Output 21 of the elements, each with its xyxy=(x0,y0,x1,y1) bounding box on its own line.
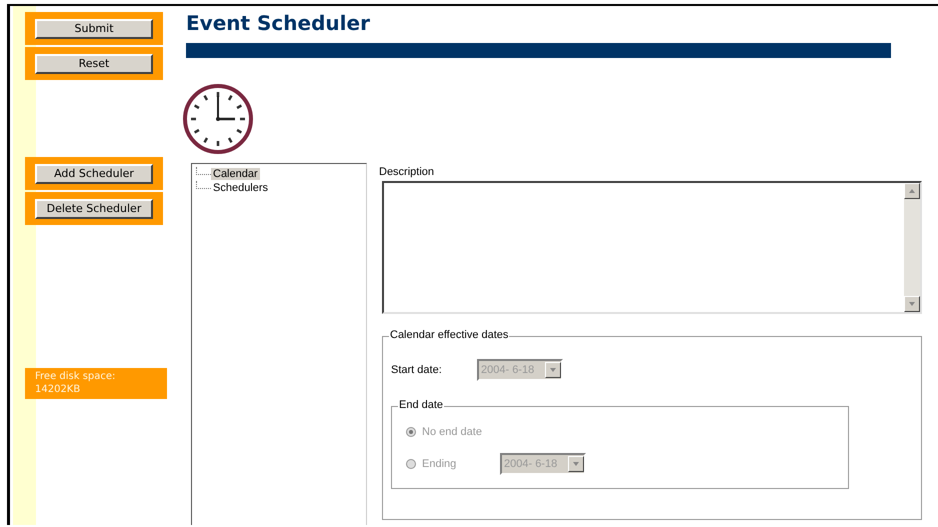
form-button[interactable]: Submit xyxy=(35,18,153,38)
description-label: Description xyxy=(379,166,436,178)
group-legend: Calendar effective dates xyxy=(389,329,510,341)
description-field[interactable] xyxy=(382,181,922,314)
form-button[interactable]: Reset xyxy=(35,54,153,74)
disk-space-label: Free disk space: xyxy=(35,370,116,383)
dropdown-icon[interactable] xyxy=(568,456,584,472)
tree-item[interactable]: Schedulers xyxy=(211,182,270,194)
scroll-down-icon[interactable] xyxy=(904,296,920,312)
clock-icon xyxy=(183,84,253,154)
disk-space-value: 14202KB xyxy=(35,383,82,396)
radio-label: No end date xyxy=(422,426,483,438)
start-date-label: Start date: xyxy=(391,364,443,376)
tree-item[interactable]: Calendar xyxy=(211,168,260,180)
page-title: Event Scheduler xyxy=(186,10,371,36)
scheduler-button[interactable]: Delete Scheduler xyxy=(35,198,153,218)
radio-label: Ending xyxy=(422,458,458,470)
scrollbar[interactable] xyxy=(904,183,920,312)
group-legend: End date xyxy=(398,399,444,411)
scroll-up-icon[interactable] xyxy=(904,183,920,199)
scheduler-button[interactable]: Add Scheduler xyxy=(35,164,153,184)
